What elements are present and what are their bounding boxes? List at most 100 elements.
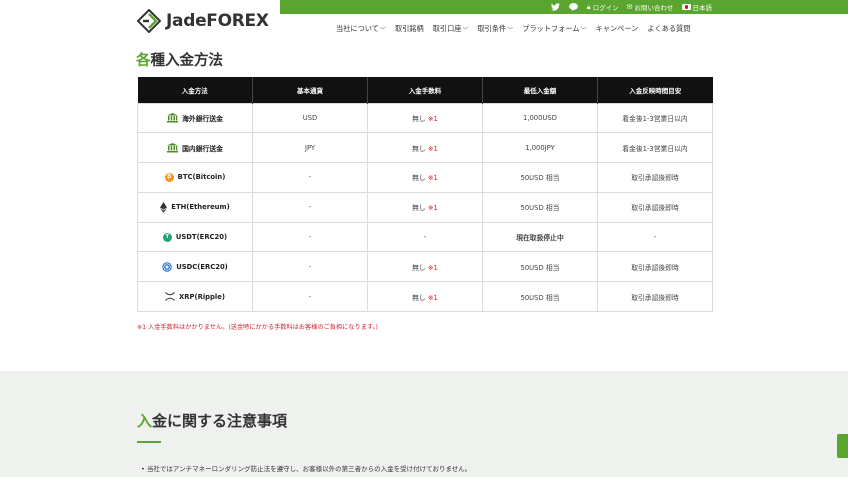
- nav-item-2[interactable]: 取引口座 ﹀: [433, 24, 469, 34]
- fee-footnote: ※1 入金手数料はかかりません。(送金時にかかる手数料はお客様のご負担になります…: [137, 324, 378, 331]
- bank-icon: [167, 142, 179, 153]
- jadeforex-logo-icon: [137, 9, 161, 33]
- table-row: USDC(ERC20) - 無し ※1 50USD 相当 取引承認後即時: [137, 251, 713, 283]
- method-text: USDT(ERC20): [175, 233, 228, 242]
- nav-item-label: キャンペーン: [595, 24, 639, 33]
- cell-currency: -: [252, 221, 368, 253]
- cell-currency: -: [252, 281, 368, 313]
- cell-minimum: 1,000JPY: [482, 132, 598, 164]
- page: 🔒︎ ログイン ✉ お問い合わせ 日本語 JadeFOREX 当社について ﹀ 取引…: [0, 0, 848, 477]
- logo-text: JadeFOREX: [166, 11, 269, 31]
- cell-fee: 無し ※1: [367, 281, 483, 313]
- cell-fee: 無し ※1: [367, 251, 483, 283]
- cell-reflection-time: 着金後1-3営業日以内: [597, 102, 713, 134]
- fee-note: ※1: [427, 293, 438, 302]
- fee-text: 無し: [412, 263, 426, 272]
- nav-item-0[interactable]: 当社について ﹀: [336, 24, 386, 34]
- cell-method: 国内銀行送金: [137, 132, 253, 164]
- cell-reflection-time: 取引承認後即時: [597, 191, 713, 223]
- nav-item-label: 取引条件: [477, 24, 507, 33]
- nav-item-6[interactable]: よくある質問: [647, 24, 690, 34]
- method-label: ₿ BTC(Bitcoin): [138, 172, 252, 182]
- cell-reflection-time: -: [597, 221, 713, 253]
- login-link[interactable]: 🔒︎ ログイン: [586, 2, 619, 13]
- cell-minimum: 50USD 相当: [482, 251, 598, 283]
- table-row: 海外銀行送金 USD 無し ※1 1,000USD 着金後1-3営業日以内: [137, 102, 713, 134]
- chevron-down-icon: ﹀: [507, 26, 514, 34]
- usdc-icon: [162, 262, 172, 272]
- contact-link[interactable]: ✉ お問い合わせ: [627, 2, 674, 12]
- cell-fee: 無し ※1: [367, 132, 483, 164]
- cell-currency: JPY: [252, 132, 368, 164]
- nav-item-label: 取引口座: [432, 24, 462, 33]
- method-label: USDC(ERC20): [138, 262, 252, 272]
- table-row: ₿ BTC(Bitcoin) - 無し ※1 50USD 相当 取引承認後即時: [137, 162, 713, 193]
- method-label: 海外銀行送金: [138, 112, 252, 123]
- main-nav: 当社について ﹀ 取引銘柄 取引口座 ﹀ 取引条件 ﹀ プラットフォーム ﹀ キャンペーン よくある…: [336, 24, 691, 34]
- header-reflection-time: 入金反映時間目安: [597, 77, 713, 103]
- fee-note: ※1: [427, 263, 438, 272]
- fee-text: -: [423, 233, 427, 242]
- cell-method: ETH(Ethereum): [137, 191, 253, 223]
- cell-reflection-time: 取引承認後即時: [597, 162, 713, 193]
- nav-item-1[interactable]: 取引銘柄: [395, 24, 424, 34]
- nav-item-label: 取引銘柄: [394, 24, 424, 33]
- cell-currency: USD: [252, 102, 368, 134]
- header-minimum: 最低入金額: [482, 77, 598, 103]
- cell-reflection-time: 着金後1-3営業日以内: [597, 132, 713, 164]
- cell-method: T USDT(ERC20): [137, 221, 253, 253]
- bitcoin-icon: ₿: [164, 172, 174, 182]
- cell-method: USDC(ERC20): [137, 251, 253, 283]
- method-text: XRP(Ripple): [179, 292, 225, 301]
- cell-fee: -: [367, 221, 483, 253]
- table-header-row: 入金方法 基本通貨 入金手数料 最低入金額 入金反映時間目安: [137, 77, 713, 103]
- nav-item-5[interactable]: キャンペーン: [596, 24, 639, 34]
- chevron-down-icon: ﹀: [580, 26, 587, 34]
- deposit-notes-title: 入金に関する注意事項: [137, 412, 288, 430]
- cell-minimum: 現在取扱停止中: [482, 221, 598, 253]
- notes-bullet: • 当社ではアンチマネーロンダリング防止法を遵守し、お客様以外の第三者からの入金…: [141, 465, 472, 473]
- nav-item-3[interactable]: 取引条件 ﹀: [477, 24, 513, 34]
- cell-reflection-time: 取引承認後即時: [597, 251, 713, 283]
- site-logo[interactable]: JadeFOREX: [137, 9, 269, 33]
- twitter-icon[interactable]: [551, 3, 561, 12]
- nav-item-label: よくある質問: [647, 24, 691, 33]
- line-icon[interactable]: [569, 3, 579, 12]
- tether-icon: T: [162, 232, 172, 242]
- table-row: XRP(Ripple) - 無し ※1 50USD 相当 取引承認後即時: [137, 281, 713, 313]
- utility-bar: 🔒︎ ログイン ✉ お問い合わせ 日本語: [280, 0, 848, 14]
- table-row: 国内銀行送金 JPY 無し ※1 1,000JPY 着金後1-3営業日以内: [137, 132, 713, 164]
- method-label: 国内銀行送金: [138, 142, 252, 153]
- method-text: USDC(ERC20): [176, 262, 228, 271]
- notes-section-background: [0, 371, 848, 477]
- cell-reflection-time: 取引承認後即時: [597, 281, 713, 313]
- japan-flag-icon: [681, 4, 691, 10]
- title-underline: [137, 441, 161, 443]
- method-text: 海外銀行送金: [182, 114, 223, 123]
- fee-text: 無し: [412, 293, 426, 302]
- lock-icon: 🔒︎: [586, 2, 591, 11]
- fee-note: ※1: [427, 144, 438, 153]
- method-label: ETH(Ethereum): [138, 201, 252, 213]
- cell-minimum: 50USD 相当: [482, 281, 598, 313]
- table-row: T USDT(ERC20) - - 現在取扱停止中 -: [137, 221, 713, 253]
- cell-currency: -: [252, 191, 368, 223]
- language-switch[interactable]: 日本語: [681, 2, 712, 12]
- method-label: T USDT(ERC20): [138, 232, 252, 242]
- table-row: ETH(Ethereum) - 無し ※1 50USD 相当 取引承認後即時: [137, 191, 713, 223]
- ripple-icon: [165, 292, 175, 302]
- chevron-down-icon: ﹀: [379, 26, 386, 34]
- deposit-methods-table: 入金方法 基本通貨 入金手数料 最低入金額 入金反映時間目安 海外銀行送金 USD…: [137, 77, 713, 313]
- cell-fee: 無し ※1: [367, 102, 483, 134]
- cell-currency: -: [252, 162, 368, 193]
- cell-method: ₿ BTC(Bitcoin): [137, 162, 253, 193]
- side-floating-tab[interactable]: [837, 434, 848, 458]
- nav-item-label: プラットフォーム: [522, 24, 580, 33]
- fee-text: 無し: [412, 114, 426, 123]
- fee-text: 無し: [412, 174, 426, 183]
- cell-fee: 無し ※1: [367, 191, 483, 223]
- cell-minimum: 50USD 相当: [482, 191, 598, 223]
- fee-note: ※1: [427, 174, 438, 183]
- cell-minimum: 1,000USD: [482, 102, 598, 134]
- nav-item-4[interactable]: プラットフォーム ﹀: [522, 24, 586, 34]
